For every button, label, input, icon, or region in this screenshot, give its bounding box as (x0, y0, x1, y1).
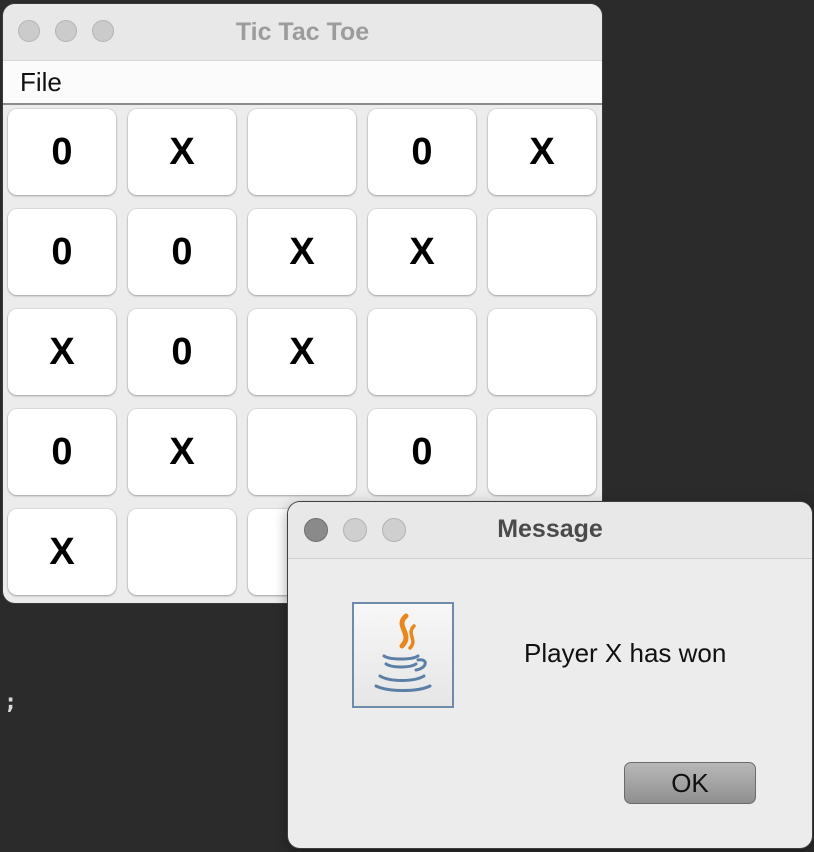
board-cell[interactable] (128, 509, 236, 595)
board-cell[interactable]: 0 (368, 409, 476, 495)
message-dialog: Message Player X has won OK (288, 502, 812, 848)
board-cell[interactable]: X (248, 309, 356, 395)
board-cell[interactable] (488, 409, 596, 495)
board-cell[interactable]: 0 (8, 409, 116, 495)
board-cell[interactable]: X (8, 309, 116, 395)
board-cell[interactable]: X (488, 109, 596, 195)
board-cell[interactable]: 0 (128, 309, 236, 395)
dialog-message: Player X has won (524, 638, 727, 668)
board-cell[interactable] (248, 109, 356, 195)
board-cell[interactable]: 0 (368, 109, 476, 195)
board-cell[interactable]: 0 (128, 209, 236, 295)
java-cup-icon (352, 602, 454, 708)
dialog-title: Message (497, 515, 603, 543)
board-cell[interactable]: X (248, 209, 356, 295)
menu-bar: File (3, 60, 602, 105)
board-cell[interactable] (248, 409, 356, 495)
board-cell[interactable] (368, 309, 476, 395)
background-text: ; (4, 690, 18, 715)
board-cell[interactable]: X (8, 509, 116, 595)
board-cell[interactable]: 0 (8, 209, 116, 295)
window-titlebar[interactable]: Tic Tac Toe (3, 4, 602, 60)
board-cell[interactable]: X (368, 209, 476, 295)
ok-button[interactable]: OK (624, 762, 756, 804)
board-cell[interactable]: X (128, 409, 236, 495)
board-cell[interactable]: 0 (8, 109, 116, 195)
menu-file[interactable]: File (20, 67, 62, 98)
dialog-titlebar[interactable]: Message (288, 502, 812, 559)
board-cell[interactable] (488, 209, 596, 295)
board-cell[interactable] (488, 309, 596, 395)
window-title: Tic Tac Toe (235, 18, 370, 46)
board-cell[interactable]: X (128, 109, 236, 195)
